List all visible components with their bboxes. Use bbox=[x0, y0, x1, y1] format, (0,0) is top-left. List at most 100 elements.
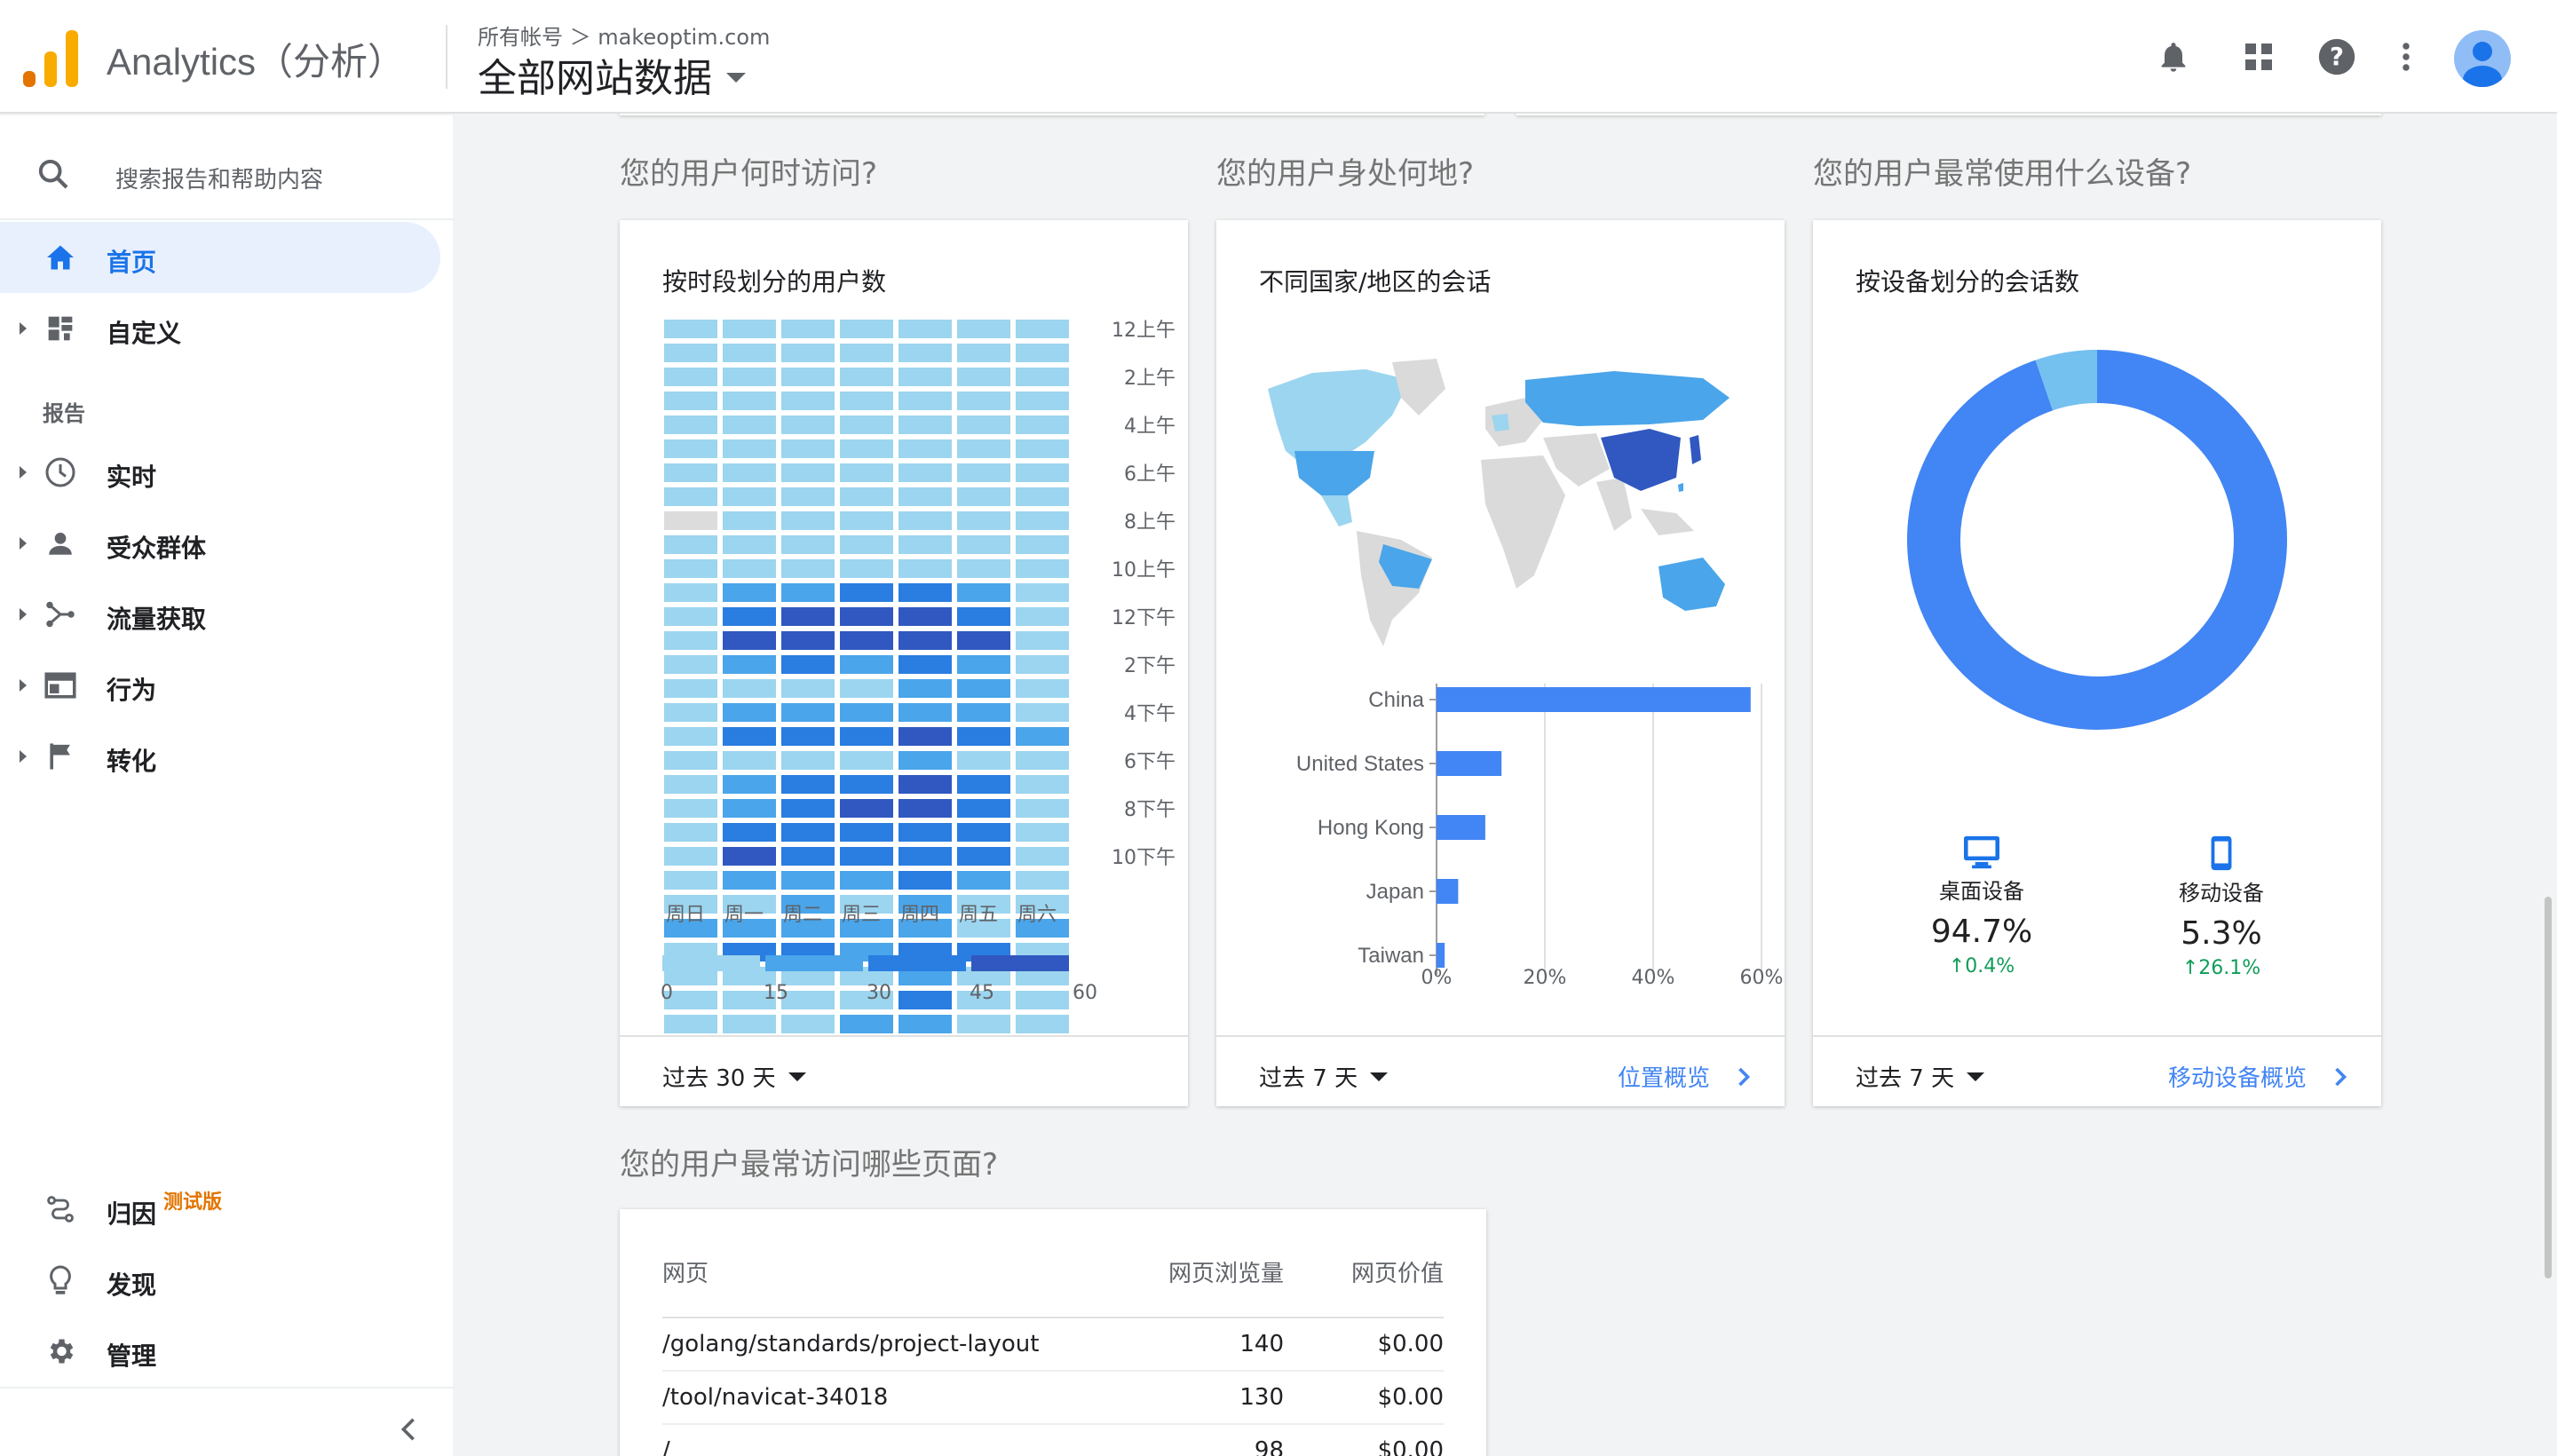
map-region-japan[interactable] bbox=[1690, 435, 1701, 464]
heatmap-cell[interactable] bbox=[723, 392, 776, 410]
date-range-dropdown[interactable]: 过去 30 天 bbox=[662, 1060, 806, 1093]
heatmap-cell[interactable] bbox=[840, 392, 893, 410]
heatmap-cell[interactable] bbox=[1016, 463, 1069, 482]
heatmap-cell[interactable] bbox=[664, 583, 717, 602]
map-region-africa[interactable] bbox=[1481, 455, 1565, 589]
view-selector[interactable]: 全部网站数据 bbox=[478, 46, 746, 103]
heatmap-cell[interactable] bbox=[957, 415, 1010, 434]
sidebar-item-customization[interactable]: 自定义 bbox=[0, 293, 440, 364]
heatmap-cell[interactable] bbox=[1016, 535, 1069, 554]
heatmap-cell[interactable] bbox=[957, 392, 1010, 410]
sidebar-item-attribution[interactable]: 归因 测试版 bbox=[0, 1174, 440, 1245]
heatmap-cell[interactable] bbox=[1016, 368, 1069, 386]
heatmap-cell[interactable] bbox=[664, 871, 717, 890]
heatmap-cell[interactable] bbox=[664, 511, 717, 530]
heatmap-cell[interactable] bbox=[957, 344, 1010, 362]
heatmap-cell[interactable] bbox=[781, 727, 835, 746]
heatmap-cell[interactable] bbox=[723, 655, 776, 674]
heatmap-cell[interactable] bbox=[899, 775, 952, 794]
map-region-united-states[interactable] bbox=[1294, 451, 1374, 495]
heatmap-cell[interactable] bbox=[664, 559, 717, 578]
heatmap-cell[interactable] bbox=[899, 727, 952, 746]
sidebar-item-home[interactable]: 首页 bbox=[0, 222, 440, 293]
heatmap-cell[interactable] bbox=[957, 368, 1010, 386]
heatmap-cell[interactable] bbox=[664, 727, 717, 746]
map-region-southeast-asia[interactable] bbox=[1641, 509, 1694, 535]
column-header-page[interactable]: 网页 bbox=[662, 1248, 1106, 1318]
heatmap-cell[interactable] bbox=[723, 320, 776, 338]
heatmap-cell[interactable] bbox=[840, 487, 893, 506]
heatmap-cell[interactable] bbox=[664, 463, 717, 482]
app-title[interactable]: Analytics（分析） bbox=[107, 32, 405, 86]
heatmap-cell[interactable] bbox=[723, 439, 776, 458]
map-region-india[interactable] bbox=[1596, 478, 1632, 531]
heatmap-cell[interactable] bbox=[957, 511, 1010, 530]
heatmap-cell[interactable] bbox=[723, 871, 776, 890]
heatmap-cell[interactable] bbox=[781, 392, 835, 410]
heatmap-cell[interactable] bbox=[1016, 751, 1069, 770]
heatmap-cell[interactable] bbox=[664, 535, 717, 554]
heatmap-cell[interactable] bbox=[723, 344, 776, 362]
heatmap-cell[interactable] bbox=[957, 679, 1010, 698]
heatmap-cell[interactable] bbox=[899, 439, 952, 458]
heatmap-cell[interactable] bbox=[723, 415, 776, 434]
heatmap-cell[interactable] bbox=[1016, 439, 1069, 458]
heatmap-cell[interactable] bbox=[781, 655, 835, 674]
heatmap-cell[interactable] bbox=[840, 415, 893, 434]
analytics-logo[interactable] bbox=[23, 27, 80, 87]
heatmap-cell[interactable] bbox=[664, 631, 717, 650]
heatmap-cell[interactable] bbox=[781, 368, 835, 386]
heatmap-cell[interactable] bbox=[723, 703, 776, 722]
heatmap-cell[interactable] bbox=[840, 344, 893, 362]
heatmap-cell[interactable] bbox=[899, 847, 952, 866]
help-icon[interactable]: ? bbox=[2310, 30, 2363, 83]
heatmap-cell[interactable] bbox=[781, 799, 835, 818]
heatmap-cell[interactable] bbox=[664, 368, 717, 386]
heatmap-cell[interactable] bbox=[957, 751, 1010, 770]
account-avatar[interactable] bbox=[2454, 30, 2511, 87]
country-bar[interactable] bbox=[1437, 943, 1445, 968]
sidebar-item-realtime[interactable]: 实时 bbox=[0, 437, 440, 508]
heatmap-cell[interactable] bbox=[723, 823, 776, 842]
heatmap-cell[interactable] bbox=[957, 799, 1010, 818]
location-overview-link[interactable]: 位置概览 bbox=[1618, 1060, 1751, 1093]
heatmap-cell[interactable] bbox=[1016, 847, 1069, 866]
table-row[interactable]: / 98 $0.00 bbox=[662, 1424, 1444, 1456]
heatmap-cell[interactable] bbox=[1016, 320, 1069, 338]
country-bar[interactable] bbox=[1437, 751, 1502, 776]
heatmap-cell[interactable] bbox=[840, 679, 893, 698]
heatmap-cell[interactable] bbox=[840, 703, 893, 722]
heatmap-cell[interactable] bbox=[957, 439, 1010, 458]
heatmap-cell[interactable] bbox=[840, 583, 893, 602]
sidebar-item-audience[interactable]: 受众群体 bbox=[0, 508, 440, 579]
heatmap-cell[interactable] bbox=[957, 583, 1010, 602]
heatmap-cell[interactable] bbox=[899, 559, 952, 578]
heatmap-cell[interactable] bbox=[840, 511, 893, 530]
notifications-bell-icon[interactable] bbox=[2147, 30, 2200, 83]
heatmap-cell[interactable] bbox=[899, 655, 952, 674]
page-path-cell[interactable]: /golang/standards/project-layout bbox=[662, 1318, 1106, 1372]
heatmap-cell[interactable] bbox=[781, 415, 835, 434]
heatmap-cell[interactable] bbox=[957, 727, 1010, 746]
heatmap-cell[interactable] bbox=[899, 871, 952, 890]
heatmap-cell[interactable] bbox=[840, 871, 893, 890]
more-vert-icon[interactable] bbox=[2379, 30, 2433, 83]
heatmap-cell[interactable] bbox=[781, 463, 835, 482]
sidebar-item-conversions[interactable]: 转化 bbox=[0, 721, 440, 792]
heatmap-cell[interactable] bbox=[664, 775, 717, 794]
heatmap-cell[interactable] bbox=[899, 392, 952, 410]
heatmap-cell[interactable] bbox=[1016, 415, 1069, 434]
heatmap-cell[interactable] bbox=[840, 439, 893, 458]
heatmap-cell[interactable] bbox=[723, 535, 776, 554]
heatmap-cell[interactable] bbox=[781, 775, 835, 794]
collapse-sidebar-icon[interactable] bbox=[391, 1412, 426, 1447]
heatmap-cell[interactable] bbox=[1016, 487, 1069, 506]
heatmap-cell[interactable] bbox=[664, 655, 717, 674]
country-bar[interactable] bbox=[1437, 687, 1751, 712]
sidebar-item-admin[interactable]: 管理 bbox=[0, 1316, 440, 1387]
heatmap-cell[interactable] bbox=[899, 344, 952, 362]
heatmap-cell[interactable] bbox=[664, 751, 717, 770]
heatmap-cell[interactable] bbox=[781, 871, 835, 890]
world-map[interactable] bbox=[1259, 353, 1738, 646]
heatmap-cell[interactable] bbox=[664, 392, 717, 410]
